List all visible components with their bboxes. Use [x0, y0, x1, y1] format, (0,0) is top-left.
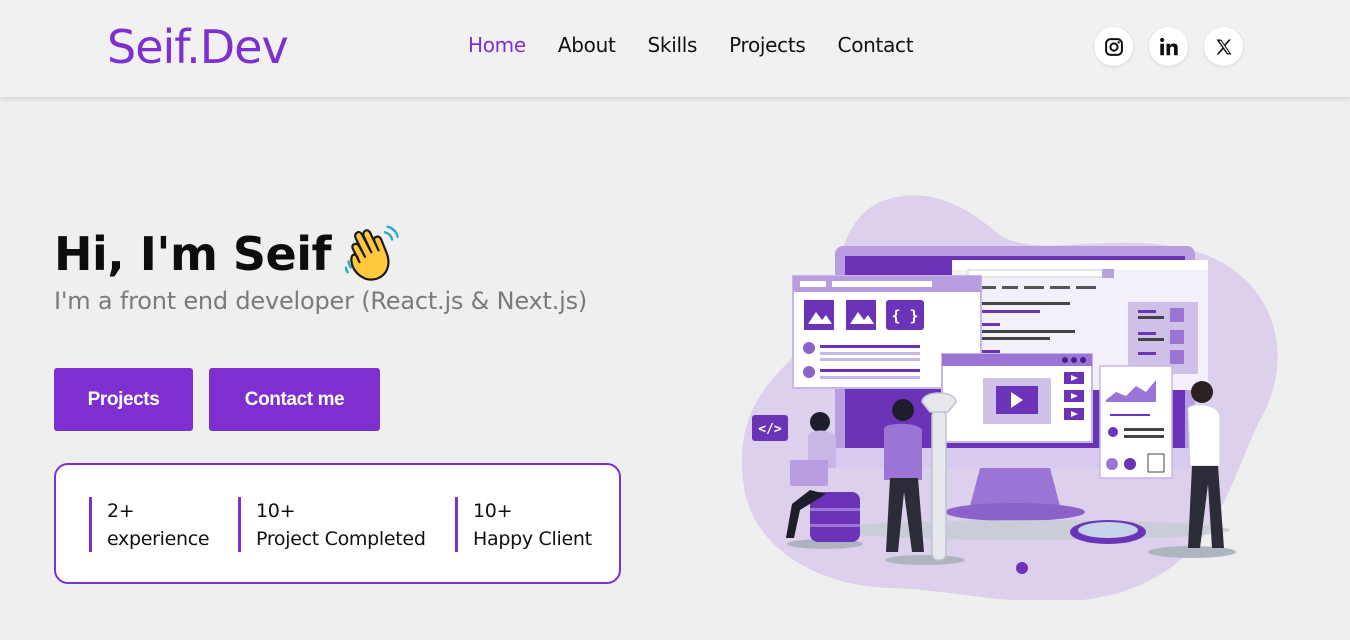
hero-title: Hi, I'm Seif — [54, 225, 403, 283]
stat-label: Project Completed — [256, 528, 426, 550]
navbar: Seif.Dev Home About Skills Projects Cont… — [0, 0, 1350, 97]
hero-title-text: Hi, I'm Seif — [54, 227, 332, 281]
nav-link-home[interactable]: Home — [468, 33, 526, 57]
stats-card: 2+ experience 10+ Project Completed 10+ … — [54, 463, 621, 584]
nav-link-projects[interactable]: Projects — [729, 33, 806, 57]
developer-illustration: { } </> — [741, 195, 1278, 600]
instagram-link[interactable] — [1094, 27, 1133, 66]
linkedin-icon — [1159, 37, 1178, 55]
stat-label: experience — [107, 528, 210, 550]
stat-value: 2+ — [107, 500, 135, 522]
stat-value: 10+ — [473, 500, 513, 522]
stat-value: 10+ — [256, 500, 296, 522]
curly-braces-text: { } — [891, 307, 918, 325]
stat-happy-clients: 10+ Happy Client — [455, 497, 592, 552]
nav-link-contact[interactable]: Contact — [838, 33, 914, 57]
nav-link-about[interactable]: About — [558, 33, 616, 57]
contact-me-button[interactable]: Contact me — [209, 368, 380, 431]
social-links — [1094, 27, 1243, 66]
hero-subtitle: I'm a front end developer (React.js & Ne… — [54, 287, 588, 315]
instagram-icon — [1104, 37, 1123, 56]
main-nav: Home About Skills Projects Contact — [468, 33, 914, 57]
code-tag-text: </> — [758, 422, 782, 437]
projects-button[interactable]: Projects — [54, 368, 193, 431]
stat-experience: 2+ experience — [89, 497, 210, 552]
stat-projects-completed: 10+ Project Completed — [238, 497, 426, 552]
site-logo[interactable]: Seif.Dev — [107, 20, 289, 74]
x-icon — [1216, 39, 1231, 54]
nav-link-skills[interactable]: Skills — [648, 33, 698, 57]
x-link[interactable] — [1204, 27, 1243, 66]
linkedin-link[interactable] — [1149, 27, 1188, 66]
waving-hand-icon — [345, 225, 399, 281]
stat-label: Happy Client — [473, 528, 592, 550]
